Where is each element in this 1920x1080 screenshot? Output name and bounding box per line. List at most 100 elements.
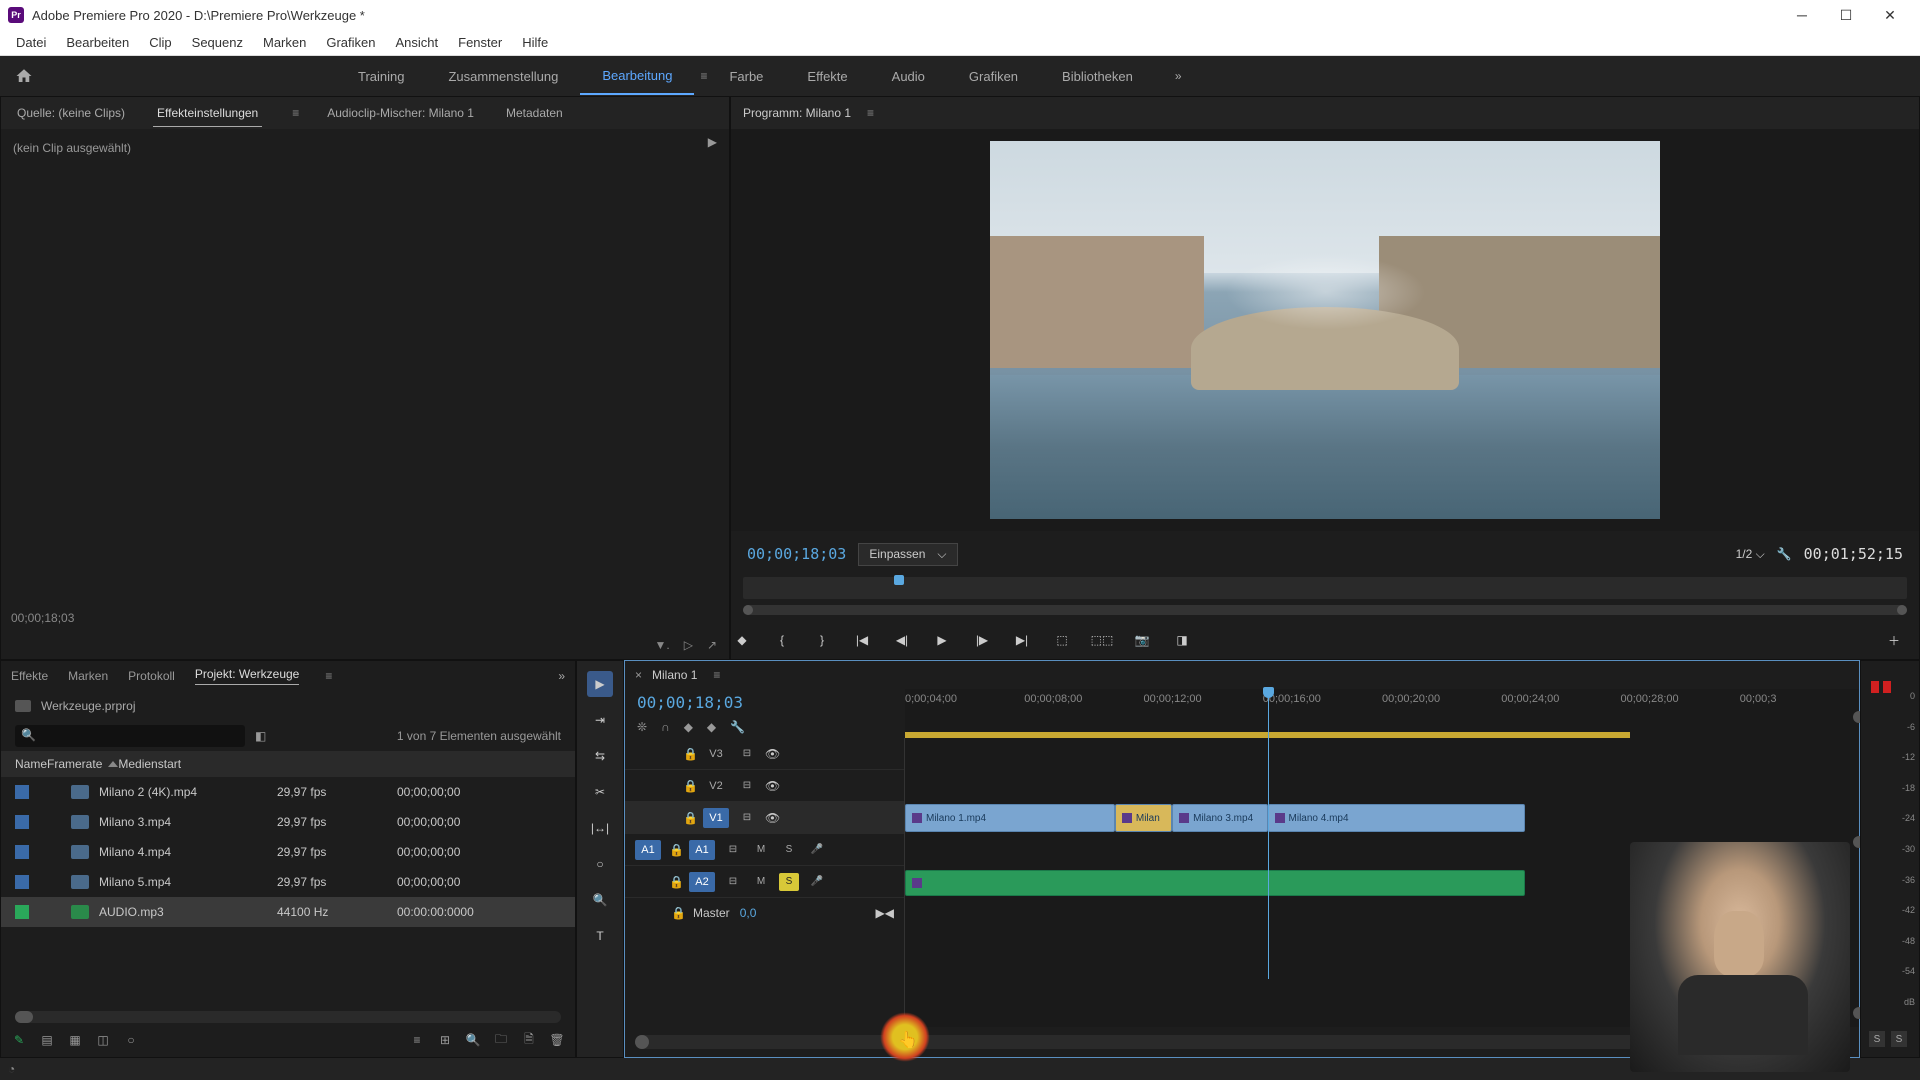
flyout-icon[interactable]: ▶ — [708, 135, 717, 149]
home-icon[interactable] — [12, 64, 36, 88]
menu-clip[interactable]: Clip — [139, 31, 181, 54]
toggle-icon-2[interactable]: ↗ — [707, 638, 717, 652]
master-track[interactable]: 🔒 Master 0,0 ▶◀ — [625, 898, 904, 928]
automate-icon[interactable]: ⊞ — [437, 1033, 453, 1047]
menu-hilfe[interactable]: Hilfe — [512, 31, 558, 54]
expand-master-icon[interactable]: ▶◀ — [876, 906, 894, 920]
list-view-icon[interactable]: ▤ — [39, 1033, 55, 1047]
track-v3[interactable]: 🔒 V3 ⊟ 👁 — [625, 738, 904, 770]
col-framerate[interactable]: Framerate — [47, 757, 118, 771]
track-v2[interactable]: 🔒 V2 ⊟ 👁 — [625, 770, 904, 802]
slip-tool[interactable]: |↔| — [587, 815, 613, 841]
clip-milano-1[interactable]: Milano 1.mp4 — [905, 804, 1115, 832]
timeline-timecode[interactable]: 00;00;18;03 — [625, 689, 905, 716]
search-input[interactable] — [15, 725, 245, 747]
settings-icon-2[interactable]: 🔧 — [730, 720, 745, 734]
step-back-button[interactable]: ◀| — [891, 629, 913, 651]
program-ruler[interactable] — [743, 577, 1907, 599]
a1-target[interactable]: A1 — [689, 840, 715, 860]
icon-view-icon[interactable]: ▦ — [67, 1033, 83, 1047]
workspace-bearbeitung[interactable]: Bearbeitung — [580, 58, 694, 95]
sync-lock-icon[interactable]: ⊟ — [723, 873, 743, 891]
track-v1[interactable]: 🔒 V1 ⊟ 👁 — [625, 802, 904, 834]
workspace-grafiken[interactable]: Grafiken — [947, 59, 1040, 94]
menu-datei[interactable]: Datei — [6, 31, 56, 54]
button-editor-icon[interactable]: ＋ — [1883, 629, 1905, 651]
timeline-menu-icon[interactable]: ≡ — [713, 668, 720, 682]
extract-button[interactable]: ⬚⬚ — [1091, 629, 1113, 651]
lift-button[interactable]: ⬚ — [1051, 629, 1073, 651]
toggle-icon-1[interactable]: ▷ — [684, 638, 693, 652]
list-item[interactable]: Milano 3.mp429,97 fps00;00;00;00 — [1, 807, 575, 837]
close-button[interactable]: ✕ — [1868, 0, 1912, 30]
selection-tool[interactable]: ▶ — [587, 671, 613, 697]
zoom-slider-icon[interactable]: ○ — [123, 1033, 139, 1047]
new-item-icon[interactable]: ✎ — [11, 1033, 27, 1047]
menu-ansicht[interactable]: Ansicht — [385, 31, 448, 54]
type-tool[interactable]: T — [587, 923, 613, 949]
linked-selection-icon[interactable]: ∩ — [661, 720, 670, 734]
project-menu-icon[interactable]: ≡ — [325, 669, 332, 683]
sync-lock-icon[interactable]: ⊟ — [723, 841, 743, 859]
workspace-audio[interactable]: Audio — [870, 59, 947, 94]
program-menu-icon[interactable]: ≡ — [867, 106, 874, 120]
maximize-button[interactable]: ☐ — [1824, 0, 1868, 30]
timeline-ruler[interactable]: 0;00;04;00 00;00;08;00 00;00;12;00 00;00… — [905, 689, 1859, 738]
lock-icon[interactable]: 🔒 — [671, 906, 683, 920]
menu-sequenz[interactable]: Sequenz — [182, 31, 253, 54]
comparison-button[interactable]: ◨ — [1171, 629, 1193, 651]
mute-button[interactable]: M — [751, 873, 771, 891]
delete-icon[interactable]: 🗑 — [549, 1033, 565, 1047]
new-item-button[interactable]: 🗎 — [521, 1030, 537, 1051]
program-timecode-current[interactable]: 00;00;18;03 — [747, 545, 846, 563]
freeform-view-icon[interactable]: ◫ — [95, 1033, 111, 1047]
workspace-overflow-icon[interactable]: » — [1175, 69, 1182, 83]
eye-icon[interactable]: 👁 — [765, 779, 781, 793]
source-panel-menu-icon[interactable]: ≡ — [292, 106, 299, 120]
fit-dropdown[interactable]: Einpassen⌵ — [858, 543, 957, 566]
track-select-tool[interactable]: ⇥ — [587, 707, 613, 733]
mute-button[interactable]: M — [751, 841, 771, 859]
master-value[interactable]: 0,0 — [740, 906, 757, 920]
a2-target[interactable]: A2 — [689, 872, 715, 892]
project-h-scroll[interactable] — [15, 1011, 561, 1023]
workspace-menu-icon[interactable]: ≡ — [700, 69, 707, 83]
tab-audio-mixer[interactable]: Audioclip-Mischer: Milano 1 — [323, 100, 478, 126]
track-a2[interactable]: 🔒 A2 ⊟ M S 🎤 — [625, 866, 904, 898]
snap-icon[interactable]: ❊ — [637, 720, 647, 734]
tab-effect-controls[interactable]: Effekteinstellungen — [153, 100, 262, 127]
ripple-edit-tool[interactable]: ⇆ — [587, 743, 613, 769]
menu-fenster[interactable]: Fenster — [448, 31, 512, 54]
list-item[interactable]: Milano 2 (4K).mp429,97 fps00;00;00;00 — [1, 777, 575, 807]
workspace-bibliotheken[interactable]: Bibliotheken — [1040, 59, 1155, 94]
sync-lock-icon[interactable]: ⊟ — [737, 745, 757, 763]
col-name[interactable]: Name — [15, 757, 47, 771]
razor-tool[interactable]: ✂ — [587, 779, 613, 805]
clip-audio-a2[interactable] — [905, 870, 1525, 896]
list-item[interactable]: Milano 5.mp429,97 fps00;00;00;00 — [1, 867, 575, 897]
voice-record-icon[interactable]: 🎤 — [807, 873, 827, 891]
voice-record-icon[interactable]: 🎤 — [807, 841, 827, 859]
menu-marken[interactable]: Marken — [253, 31, 316, 54]
sort-icon[interactable]: ≡ — [409, 1033, 425, 1047]
solo-button[interactable]: S — [779, 841, 799, 859]
out-point-button[interactable]: } — [811, 629, 833, 651]
hand-tool[interactable]: 🔍 — [587, 887, 613, 913]
a1-source[interactable]: A1 — [635, 840, 661, 860]
new-bin-icon[interactable]: 🗀 — [493, 1030, 509, 1051]
workspace-zusammenstellung[interactable]: Zusammenstellung — [426, 59, 580, 94]
clip-milano-3[interactable]: Milano 3.mp4 — [1172, 804, 1267, 832]
lock-icon[interactable]: 🔒 — [669, 875, 681, 889]
tab-markers[interactable]: Marken — [68, 669, 108, 683]
lock-icon[interactable]: 🔒 — [683, 811, 695, 825]
program-monitor[interactable] — [731, 129, 1919, 531]
marker-icon-2[interactable]: ◆ — [707, 720, 716, 734]
workspace-training[interactable]: Training — [336, 59, 426, 94]
tab-source[interactable]: Quelle: (keine Clips) — [13, 100, 129, 126]
program-zoom-scroll[interactable] — [743, 605, 1907, 615]
filter-button[interactable]: ◧ — [255, 729, 266, 743]
solo-button-active[interactable]: S — [779, 873, 799, 891]
add-marker-icon[interactable]: ◆ — [684, 720, 693, 734]
eye-icon[interactable]: 👁 — [765, 811, 781, 825]
go-to-in-button[interactable]: |◀ — [851, 629, 873, 651]
